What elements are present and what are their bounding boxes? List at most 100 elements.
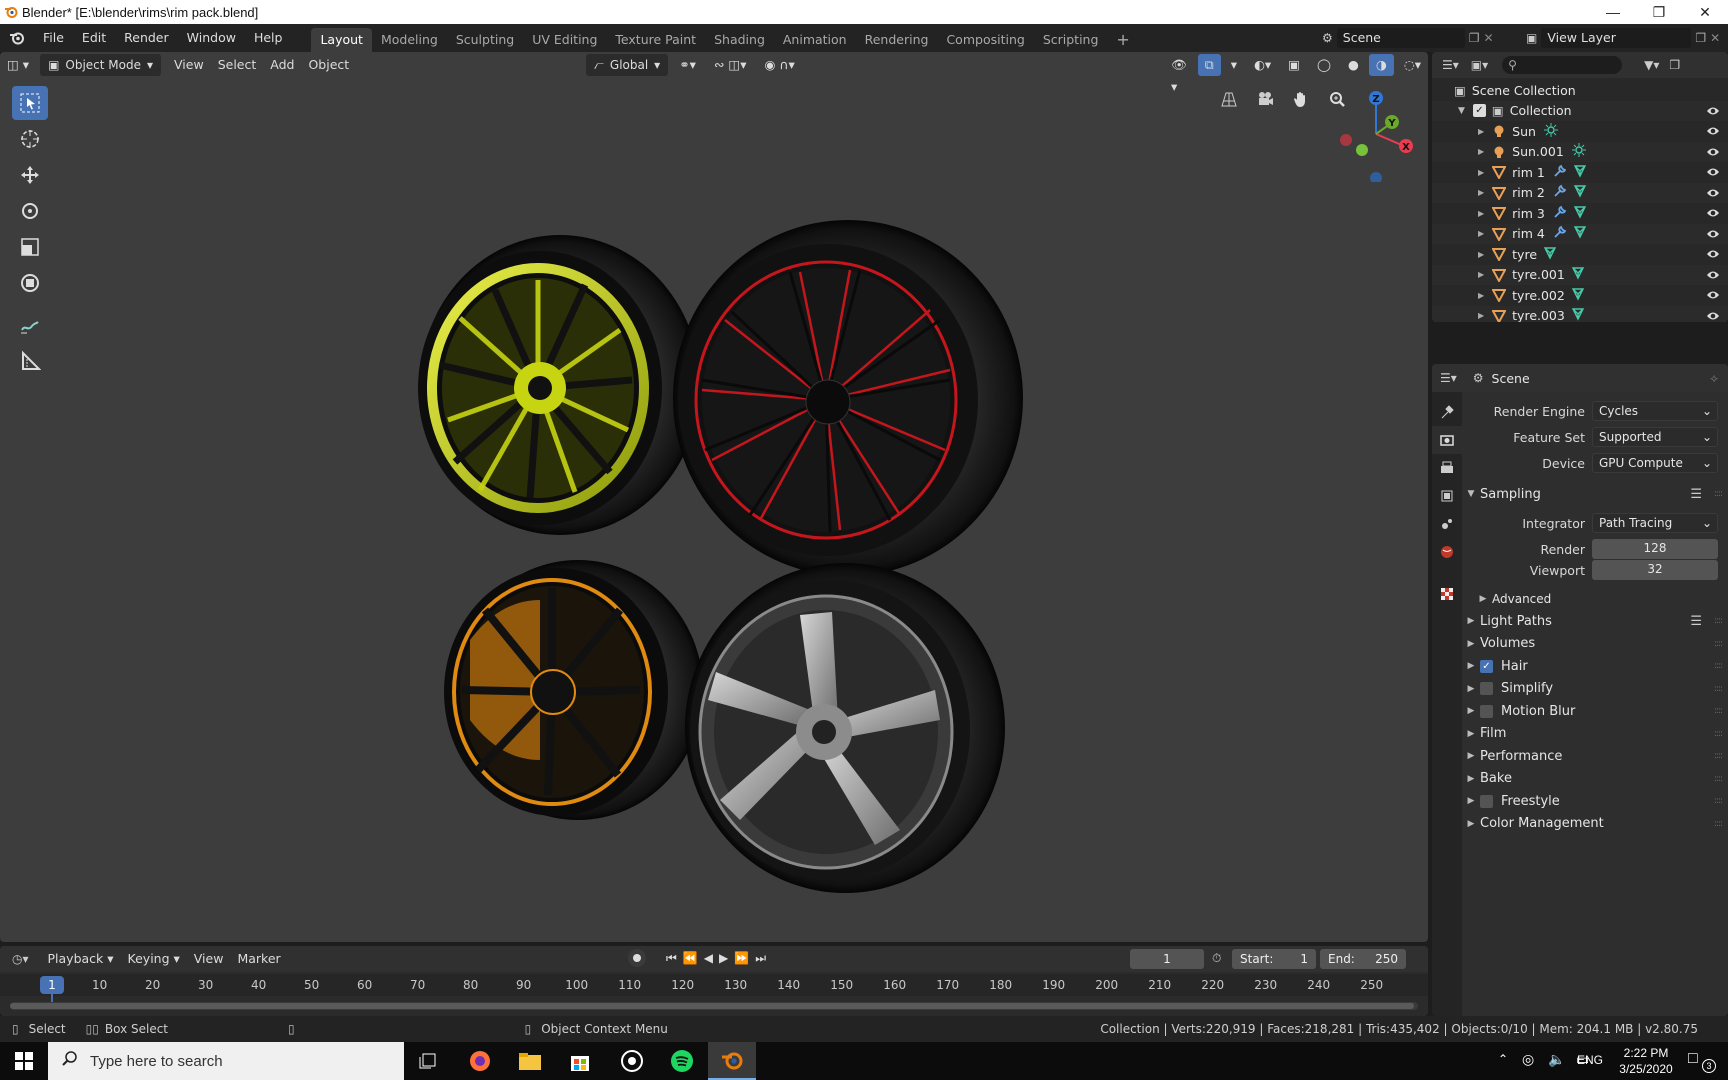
scene-collection-row[interactable]: ▣ Scene Collection [1432,80,1728,101]
tab-modeling[interactable]: Modeling [372,28,447,52]
action-center-icon[interactable]: □ 3 [1688,1050,1716,1073]
menu-keying[interactable]: Keying ▾ [121,948,187,970]
pin-icon[interactable]: ⟡ [1710,371,1718,386]
outliner-item-row[interactable]: ▶ Sun.001 [1432,141,1728,162]
task-view-icon[interactable] [404,1042,452,1080]
world-tab-icon[interactable] [1432,538,1462,566]
visibility-eye-icon[interactable] [1706,125,1720,140]
menu-edit[interactable]: Edit [73,27,115,49]
collection-row[interactable]: ▼ ✓ ▣ Collection [1432,100,1728,121]
drag-grip-icon[interactable]: :::: [1714,684,1723,694]
outliner-item-row[interactable]: ▶ rim 1 [1432,162,1728,183]
visibility-eye-icon[interactable] [1706,248,1720,263]
presets-list-icon[interactable]: ☰ [1690,487,1702,502]
expand-arrow-icon[interactable]: ▶ [1478,270,1484,279]
tab-texture-paint[interactable]: Texture Paint [606,28,705,52]
outliner-item-row[interactable]: ▶ tyre.002 [1432,285,1728,306]
tab-shading[interactable]: Shading [705,28,774,52]
presets-list-icon[interactable]: ☰ [1690,614,1702,629]
timeline-editor-icon[interactable]: ◷▾ [12,952,29,966]
expand-arrow-icon[interactable]: ▶ [1478,188,1484,197]
scene-selector-icon[interactable]: ⚙ [1322,31,1333,45]
wrench-modifier-icon[interactable] [1553,184,1567,201]
visibility-eye-icon[interactable] [1706,166,1720,181]
display-mode-icon[interactable]: ▣▾ [1471,58,1488,72]
tab-rendering[interactable]: Rendering [856,28,938,52]
texture-tab-icon[interactable] [1432,580,1462,608]
prev-keyframe-icon[interactable]: ⏪ [683,951,698,965]
menu-file[interactable]: File [34,27,73,49]
panel-enable-checkbox[interactable] [1480,682,1493,695]
visibility-eye-icon[interactable] [1706,207,1720,222]
mesh-data-icon[interactable] [1573,164,1587,181]
play-reverse-icon[interactable]: ◀ [704,951,713,965]
panel-freestyle[interactable]: ▶ Freestyle:::: [1462,789,1728,813]
outliner-editor-icon[interactable]: ☰▾ [1442,58,1459,72]
visibility-eye-icon[interactable] [1706,310,1720,323]
panel-bake[interactable]: ▶ Bake:::: [1462,767,1728,791]
tab-uv-editing[interactable]: UV Editing [523,28,606,52]
show-hidden-icons-chevron-icon[interactable]: ⌃ [1498,1052,1508,1066]
obs-icon[interactable] [608,1042,656,1080]
panel-volumes[interactable]: ▶ Volumes:::: [1462,632,1728,656]
outliner-item-row[interactable]: ▶ rim 3 [1432,203,1728,224]
record-icon[interactable] [628,949,646,967]
wrench-modifier-icon[interactable] [1553,225,1567,242]
playhead-frame-indicator[interactable]: 1 [40,976,64,994]
store-icon[interactable] [556,1042,604,1080]
drag-grip-icon[interactable]: :::: [1714,729,1723,739]
expand-arrow-icon[interactable]: ▶ [1478,127,1484,136]
menu-render[interactable]: Render [115,27,178,49]
spotify-icon[interactable] [658,1042,706,1080]
properties-editor-icon[interactable]: ☰▾ [1440,371,1457,385]
expand-arrow-icon[interactable]: ▶ [1478,209,1484,218]
restore-button[interactable]: ❐ [1636,0,1682,24]
close-button[interactable]: ✕ [1682,0,1728,24]
scene-tab-icon[interactable] [1432,510,1462,538]
render-engine-dropdown[interactable]: Cycles ⌄ [1592,401,1718,421]
tab-sculpting[interactable]: Sculpting [447,28,523,52]
end-frame-field[interactable]: End: 250 [1320,949,1406,969]
panel-hair[interactable]: ▶ ✓ Hair:::: [1462,654,1728,678]
mesh-data-icon[interactable] [1571,307,1585,322]
mesh-data-icon[interactable] [1571,287,1585,304]
firefox-icon[interactable] [456,1042,504,1080]
file-explorer-icon[interactable] [506,1042,554,1080]
blender-taskbar-icon[interactable] [708,1042,756,1080]
tab-compositing[interactable]: Compositing [937,28,1033,52]
input-language[interactable]: ENG [1577,1053,1603,1067]
feature-set-dropdown[interactable]: Supported ⌄ [1592,427,1718,447]
drag-grip-icon[interactable]: :::: [1714,706,1723,716]
drag-grip-icon[interactable]: :::: [1714,774,1723,784]
menu-playback[interactable]: Playback ▾ [41,948,121,970]
start-frame-field[interactable]: Start: 1 [1232,949,1316,969]
windows-start-icon[interactable] [0,1042,48,1080]
blender-menu-icon[interactable] [0,30,34,46]
outliner-item-row[interactable]: ▶ rim 2 [1432,182,1728,203]
view-layer-tab-icon[interactable] [1432,482,1462,510]
panel-enable-checkbox[interactable]: ✓ [1480,659,1493,673]
expand-arrow-icon[interactable]: ▶ [1478,229,1484,238]
view-layer-icon[interactable]: ▣ [1526,31,1537,45]
expand-arrow-icon[interactable]: ▶ [1478,168,1484,177]
network-icon[interactable]: ◎ [1522,1051,1534,1068]
drag-grip-icon[interactable]: :::: [1714,819,1723,829]
render-samples-field[interactable]: 128 [1592,539,1718,559]
collection-checkbox[interactable]: ✓ [1472,104,1486,118]
panel-light-paths[interactable]: ▶ Light Paths ☰:::: [1462,609,1728,633]
outliner-item-row[interactable]: ▶ tyre.003 [1432,305,1728,323]
menu-help[interactable]: Help [245,27,292,49]
tool-tab-icon[interactable] [1432,398,1462,426]
visibility-eye-icon[interactable] [1706,187,1720,202]
new-collection-icon[interactable]: ❐ [1669,58,1680,72]
visibility-eye-icon[interactable] [1706,146,1720,161]
mesh-data-icon[interactable] [1573,205,1587,222]
outliner-item-row[interactable]: ▶ tyre.001 [1432,264,1728,285]
filter-icon[interactable]: ▼▾ [1644,58,1659,72]
expand-arrow-icon[interactable]: ▶ [1478,311,1484,320]
delete-view-layer-icon[interactable]: ✕ [1710,31,1720,45]
output-tab-icon[interactable] [1432,454,1462,482]
next-keyframe-icon[interactable]: ⏩ [734,951,749,965]
minimize-button[interactable]: — [1590,0,1636,24]
outliner-item-row[interactable]: ▶ tyre [1432,244,1728,265]
